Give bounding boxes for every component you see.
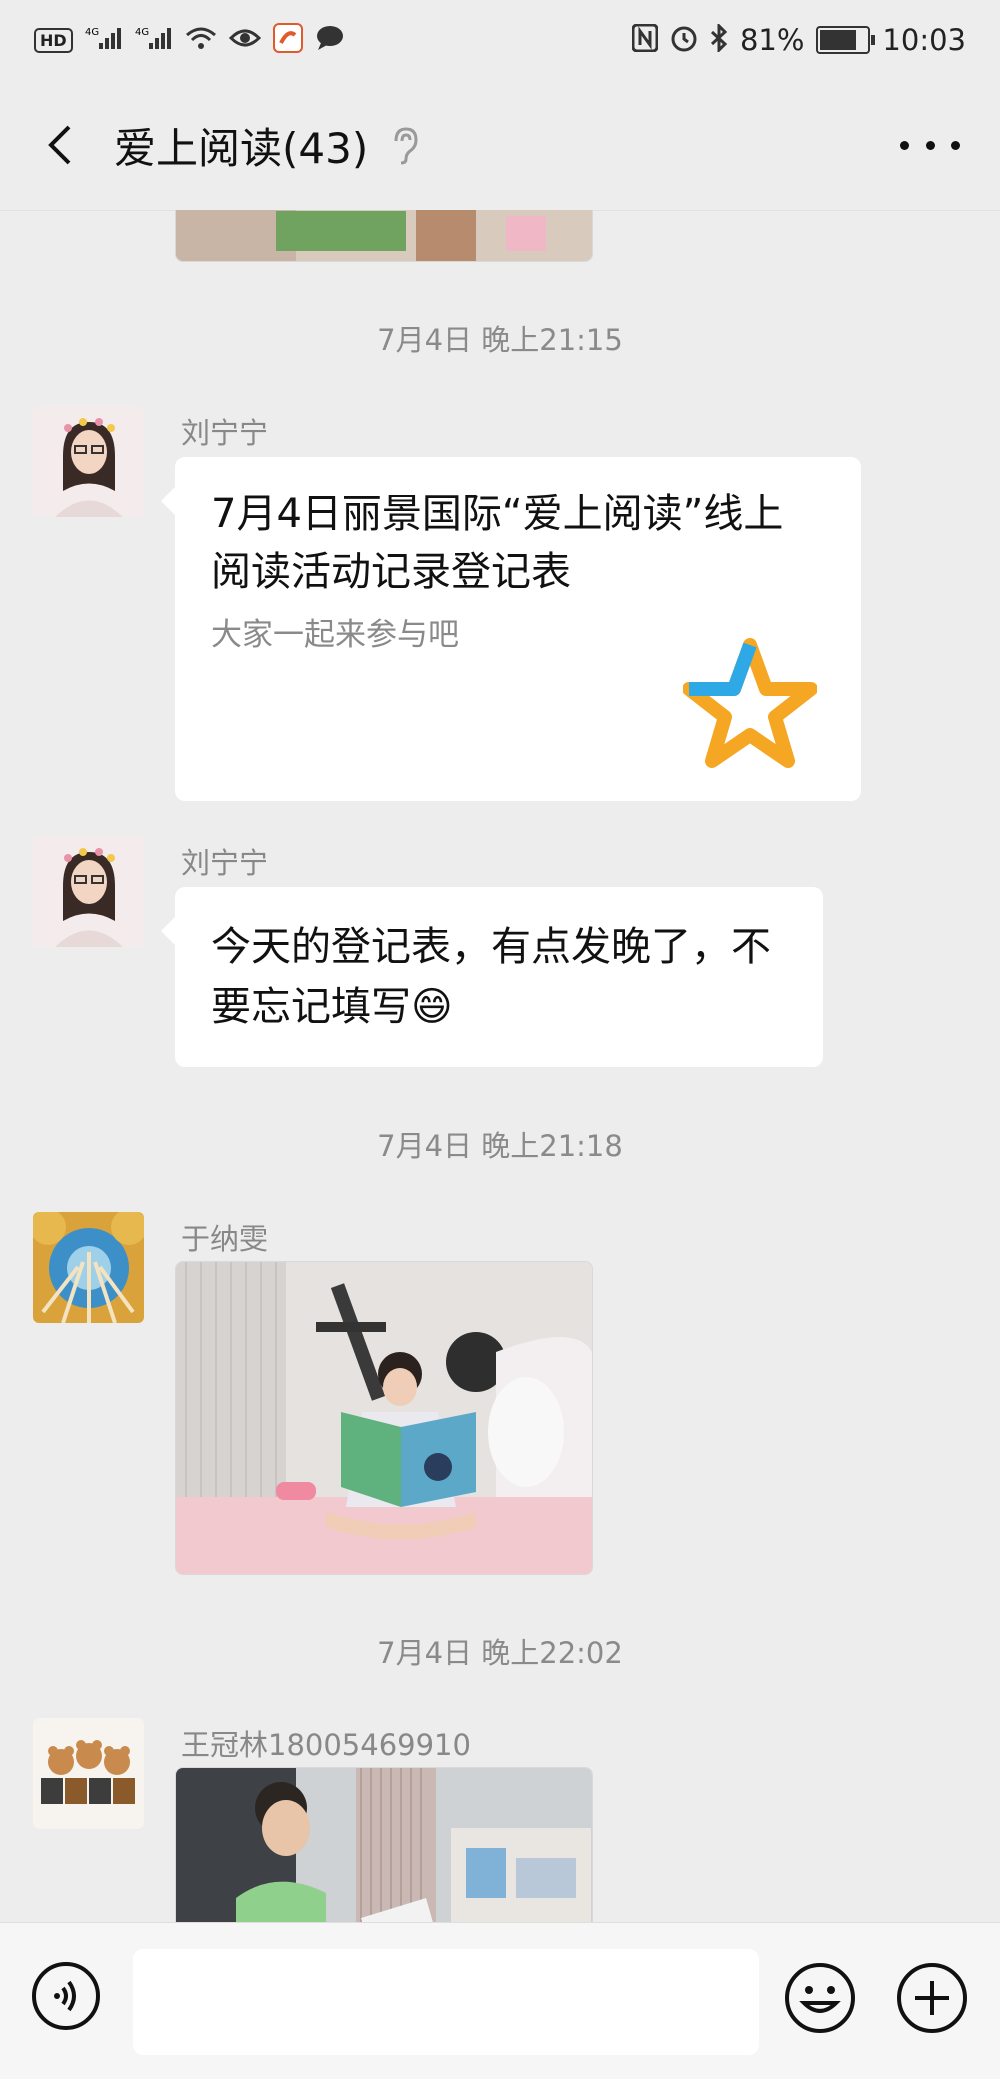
app-notification-icon: [272, 23, 303, 57]
avatar-forest-photo: [33, 1212, 144, 1323]
input-bar: [0, 1922, 1000, 2079]
status-left: HD 4G 4G: [0, 23, 379, 57]
plus-circle-icon: [897, 1963, 967, 2033]
signal-4g-label: 4G: [135, 27, 149, 38]
cellular-signal-icon: 4G: [85, 25, 123, 55]
battery-fill: [820, 30, 857, 50]
avatar-woman-photo: [33, 836, 144, 947]
earpiece-mode-icon: [394, 127, 418, 165]
message-timestamp: 7月4日 晚上21:18: [377, 1129, 623, 1163]
more-dot-icon: [925, 140, 935, 150]
signal-4g-label: 4G: [85, 27, 99, 38]
smiley-icon: [785, 1963, 855, 2033]
group-title: 爱上阅读(43): [114, 123, 369, 173]
avatar-love-bears-photo: [33, 1718, 144, 1829]
voice-input-button[interactable]: [31, 1961, 101, 2031]
more-functions-button[interactable]: [895, 1961, 969, 2035]
chat-header: 爱上阅读(43): [0, 80, 1000, 211]
battery-percent: 81%: [739, 23, 805, 57]
shared-card-message[interactable]: 7月4日丽景国际“爱上阅读”线上阅读活动记录登记表 大家一起来参与吧: [161, 457, 861, 801]
status-right: 81% 10:03: [598, 22, 1000, 57]
more-dot-icon: [900, 140, 909, 150]
avatar[interactable]: [33, 406, 144, 517]
sender-name: 刘宁宁: [181, 416, 269, 450]
bluetooth-icon: [710, 22, 728, 56]
chevron-left-icon: [48, 125, 71, 165]
sender-name: 刘宁宁: [181, 846, 269, 880]
message-timestamp: 7月4日 晚上22:02: [377, 1636, 623, 1670]
message-timestamp: 7月4日 晚上21:15: [377, 323, 623, 357]
avatar[interactable]: [33, 1212, 144, 1323]
nfc-icon: [631, 23, 659, 56]
photo-thumbnail: [176, 210, 592, 261]
text-message[interactable]: 今天的登记表，有点发晚了，不要忘记填写😄: [161, 887, 823, 1067]
back-button[interactable]: [40, 125, 80, 165]
sender-name: 于纳雯: [181, 1222, 269, 1256]
alarm-icon: [670, 24, 698, 56]
sender-name: 王冠林18005469910: [181, 1728, 471, 1762]
battery-cap: [871, 35, 876, 45]
battery-icon: [816, 26, 876, 54]
avatar-woman-photo: [33, 406, 144, 517]
star-icon: [683, 638, 817, 768]
eye-icon: [228, 26, 261, 54]
card-subtitle: 大家一起来参与吧: [211, 617, 459, 653]
emoji-button[interactable]: [783, 1961, 857, 2035]
more-dot-icon: [951, 140, 960, 150]
status-bar: HD 4G 4G 81% 10:03: [0, 0, 1000, 80]
wifi-icon: [185, 25, 217, 55]
message-input[interactable]: [133, 1949, 759, 2055]
image-message[interactable]: [175, 1261, 593, 1575]
image-message-partial[interactable]: [175, 210, 593, 262]
photo-girl-reading: [176, 1262, 592, 1574]
photo-boy-reading: [176, 1768, 592, 1922]
voice-icon: [32, 1962, 100, 2030]
avatar[interactable]: [33, 1718, 144, 1829]
image-message[interactable]: [175, 1767, 593, 1922]
card-title: 7月4日丽景国际“爱上阅读”线上阅读活动记录登记表: [211, 491, 784, 595]
more-options-button[interactable]: [900, 125, 960, 165]
message-text: 今天的登记表，有点发晚了，不要忘记填写😄: [211, 924, 771, 1030]
avatar[interactable]: [33, 836, 144, 947]
clock: 10:03: [882, 23, 966, 57]
chat-messages[interactable]: 7月4日 晚上21:15 刘宁宁 7月4日丽景国际“爱上阅读”线上阅读活动记录登…: [0, 210, 1000, 1922]
chat-bubble-icon: [315, 25, 345, 55]
cellular-signal-icon: 4G: [135, 25, 173, 55]
hd-indicator: HD: [34, 27, 73, 53]
